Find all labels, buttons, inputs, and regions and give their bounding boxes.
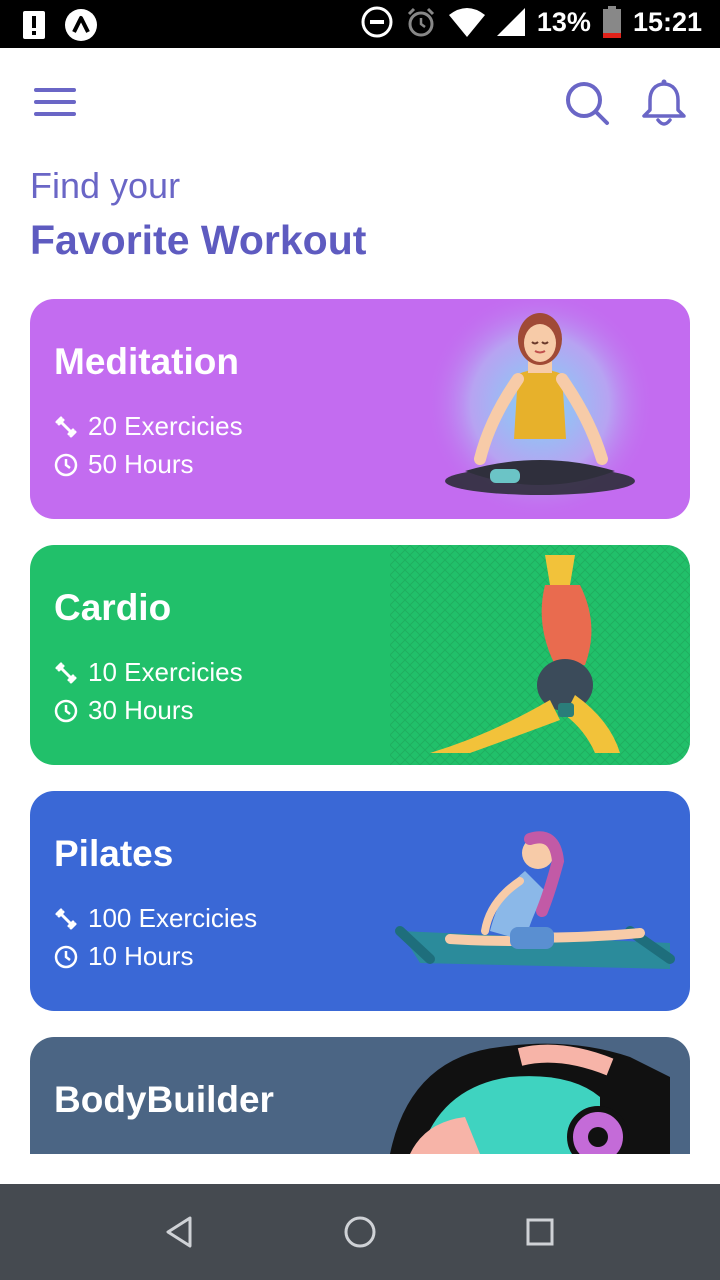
exercises-row: 10 Exercicies [54,657,243,688]
meditation-illustration [425,299,655,519]
battery-icon [602,6,621,38]
back-icon [166,1216,192,1248]
pilates-illustration [395,831,675,969]
card-title: Pilates [54,833,174,874]
back-button[interactable] [158,1210,202,1254]
card-meditation[interactable]: Meditation 20 Exercicies 50 Hours [30,299,690,519]
hours-count: 30 Hours [88,695,194,725]
card-title: BodyBuilder [54,1079,274,1120]
dumbbell-icon [55,662,77,683]
home-icon [344,1216,376,1248]
card-cardio[interactable]: Cardio 10 Exercicies 30 Hours [30,545,690,765]
hours-row: 10 Hours [54,941,194,972]
alarm-icon [407,7,434,37]
page-title: Favorite Workout [30,217,367,263]
search-button[interactable] [562,78,612,128]
clock: 15:21 [632,6,702,37]
bodybuilder-illustration [390,1043,670,1154]
battery-percentage: 13% [536,6,591,37]
recents-button[interactable] [518,1210,562,1254]
do-not-disturb-icon [361,6,393,38]
heading-subtitle: Find your [30,165,181,206]
system-nav-bar [0,1184,720,1280]
hours-row: 30 Hours [54,695,194,726]
alert-icon [23,11,45,39]
card-bodybuilder[interactable]: BodyBuilder [30,1037,690,1154]
exercises-count: 20 Exercicies [88,411,243,441]
signal-icon [496,8,525,36]
card-pilates[interactable]: Pilates 100 Exercicies 10 Hours [30,791,690,1011]
app-bar [0,48,720,158]
card-title: Meditation [54,341,239,382]
bell-icon [642,79,686,126]
menu-button[interactable] [30,82,80,122]
status-bar: 13% 15:21 [0,0,720,48]
notifications-button[interactable] [638,78,690,130]
clock-icon [54,945,78,968]
card-title: Cardio [54,587,172,628]
search-icon [566,82,609,125]
hours-count: 10 Hours [88,941,194,971]
clock-icon [54,699,78,722]
exercises-count: 10 Exercicies [88,657,243,687]
page-heading: Find your Favorite Workout [30,162,366,270]
home-button[interactable] [338,1210,382,1254]
app-logo-icon [65,9,97,41]
hours-count: 50 Hours [88,449,194,479]
exercises-row: 20 Exercicies [54,411,243,442]
cardio-illustration [390,545,690,765]
exercises-count: 100 Exercicies [88,903,258,933]
dumbbell-icon [55,908,77,929]
menu-icon [34,88,76,116]
exercises-row: 100 Exercicies [54,903,257,934]
clock-icon [54,453,78,476]
hours-row: 50 Hours [54,449,194,480]
wifi-icon [448,8,485,37]
recents-icon [526,1218,554,1246]
dumbbell-icon [55,416,77,437]
